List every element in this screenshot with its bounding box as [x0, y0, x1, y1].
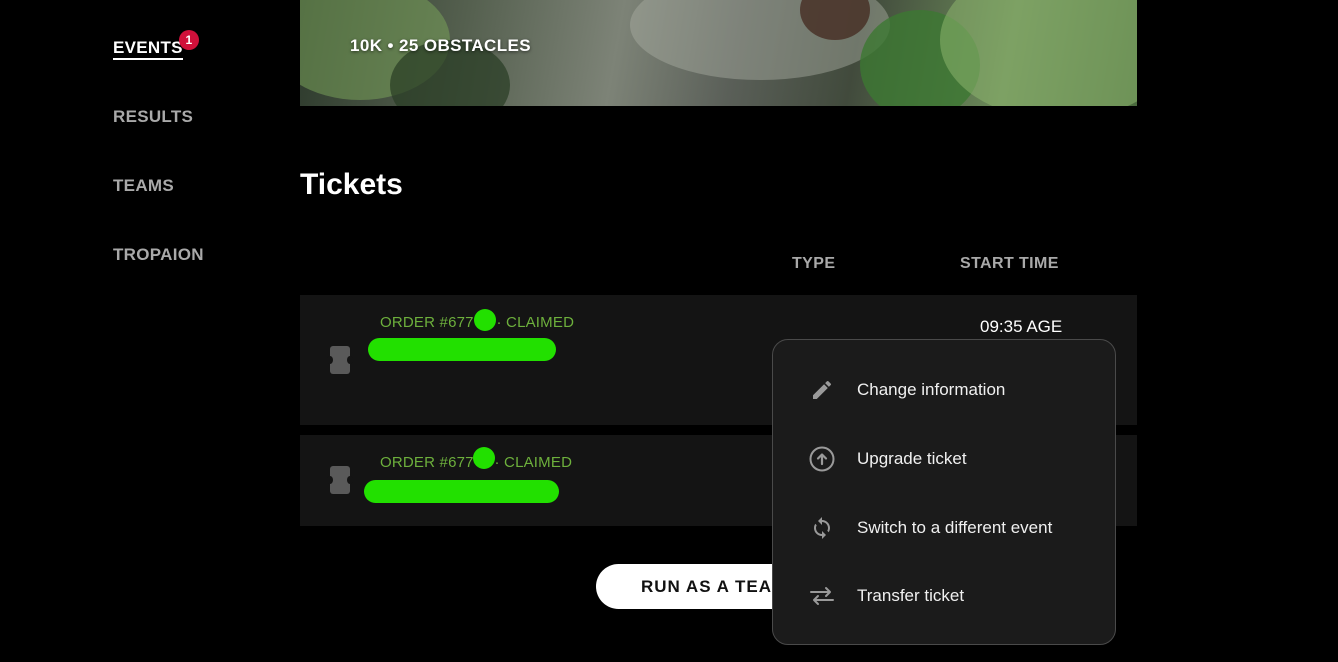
sidebar-item-results[interactable]: RESULTS: [113, 107, 193, 127]
event-hero-image: 10K • 25 OBSTACLES: [300, 0, 1137, 106]
sidebar-item-label: EVENTS: [113, 38, 183, 60]
sidebar-item-label: RESULTS: [113, 107, 194, 126]
menu-item-upgrade-ticket[interactable]: Upgrade ticket: [773, 437, 1115, 481]
menu-item-label: Upgrade ticket: [857, 449, 967, 468]
column-header-start-time: START TIME: [960, 255, 1059, 272]
order-status: · CLAIMED: [494, 454, 573, 471]
order-number: ORDER #677: [380, 454, 474, 471]
sidebar-item-label: TROPAION: [113, 245, 204, 264]
redaction-mark: [474, 309, 496, 331]
menu-item-switch-event[interactable]: Switch to a different event: [773, 506, 1115, 550]
sync-icon: [809, 515, 835, 541]
ticket-start-time: 09:35 AGE: [980, 317, 1063, 336]
menu-item-label: Transfer ticket: [857, 586, 965, 605]
sidebar-item-events[interactable]: EVENTS 1: [113, 30, 199, 60]
ticket-context-menu: Change information Upgrade ticket Switch…: [772, 339, 1116, 645]
run-as-team-label: RUN AS A TEAM: [641, 576, 788, 596]
foliage-shape: [940, 0, 1137, 106]
menu-item-transfer-ticket[interactable]: Transfer ticket: [773, 574, 1115, 618]
order-status: · CLAIMED: [496, 314, 575, 331]
transfer-arrows-icon: [809, 583, 835, 609]
redaction-mark: [364, 480, 559, 503]
pencil-icon: [809, 377, 835, 403]
redaction-mark: [473, 447, 495, 469]
page-title: Tickets: [300, 168, 403, 201]
redaction-mark: [368, 338, 556, 361]
sidebar-item-tropaion[interactable]: TROPAION: [113, 245, 204, 265]
menu-item-change-information[interactable]: Change information: [773, 368, 1115, 412]
menu-item-label: Switch to a different event: [857, 518, 1053, 537]
column-header-type: TYPE: [792, 255, 836, 272]
sidebar-item-label: TEAMS: [113, 176, 174, 195]
arrow-up-circle-icon: [809, 446, 835, 472]
ticket-icon: [327, 346, 353, 374]
notification-badge: 1: [179, 30, 199, 50]
sidebar-item-teams[interactable]: TEAMS: [113, 176, 174, 196]
menu-item-label: Change information: [857, 380, 1006, 399]
ticket-icon: [327, 466, 353, 494]
order-number: ORDER #677: [380, 314, 474, 331]
event-subtitle: 10K • 25 OBSTACLES: [350, 36, 531, 55]
